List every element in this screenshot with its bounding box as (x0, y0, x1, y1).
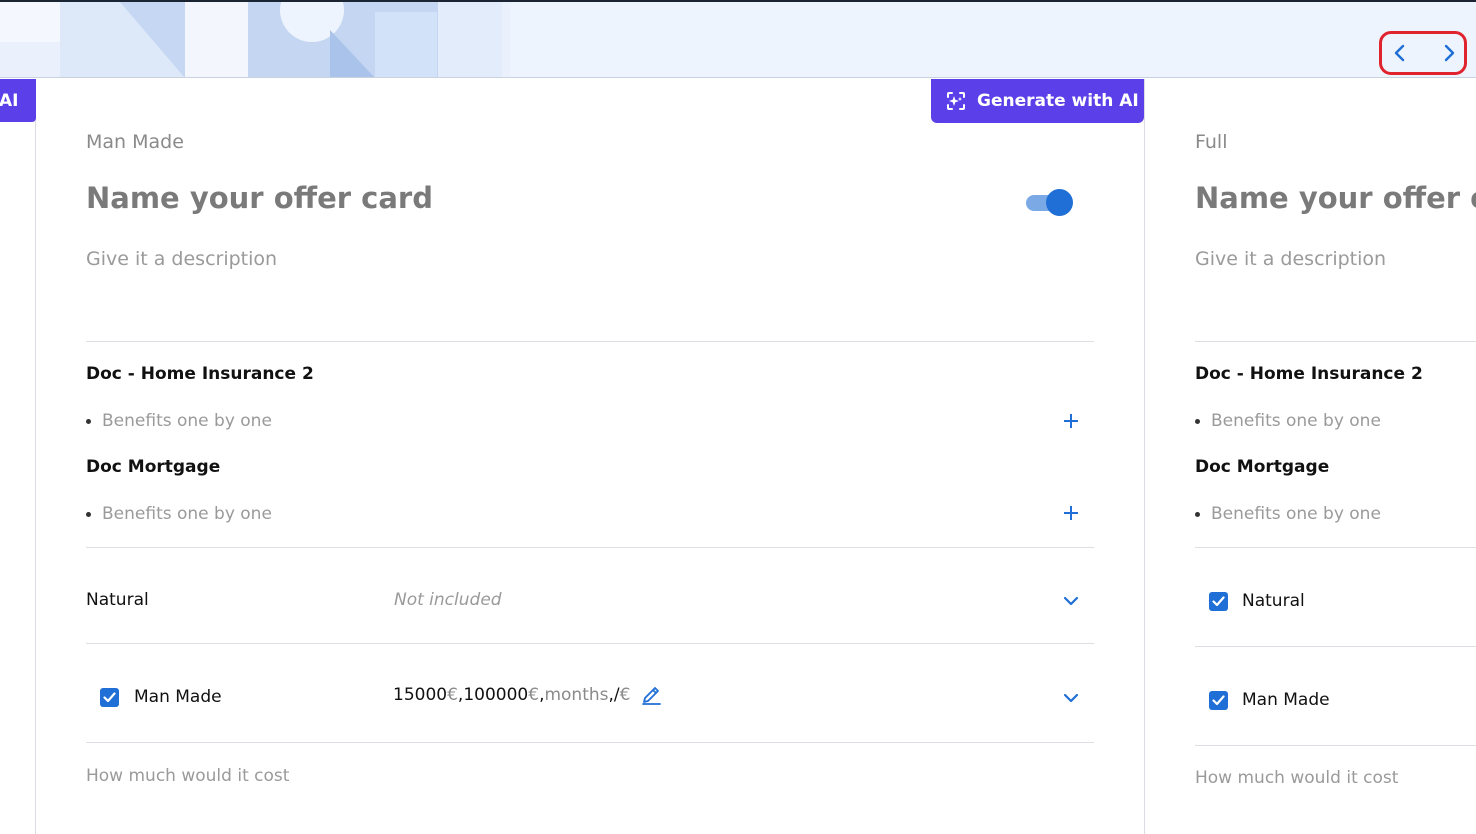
expand-natural-button[interactable] (1060, 590, 1082, 612)
doc-title-mortgage: Doc Mortgage (86, 457, 221, 477)
benefits-placeholder: Benefits one by one (102, 411, 272, 431)
expand-man-made-button[interactable] (1060, 687, 1082, 709)
previous-generate-ai-button[interactable]: AI (0, 79, 36, 122)
coverage-man-made-values: 15000 € , 100000 € , months , / € (393, 684, 662, 706)
doc-title-mortgage: Doc Mortgage (1195, 457, 1330, 477)
bullet (86, 418, 91, 424)
add-benefit-home-insurance-button[interactable] (1061, 411, 1081, 431)
divider (1195, 547, 1476, 548)
benefits-input-mortgage[interactable]: Benefits one by one (86, 504, 272, 524)
offer-card-title-input[interactable]: Name your offer card (1195, 181, 1476, 215)
previous-generate-ai-label: AI (0, 90, 19, 111)
limit-unit-1: € (447, 685, 458, 705)
previous-offer-card (0, 79, 36, 834)
coverage-man-made-checkbox[interactable] (100, 688, 119, 707)
divider (1195, 646, 1476, 647)
offer-card-full: Full Name your offer card Give it a desc… (1145, 79, 1476, 834)
coverage-natural-checkbox[interactable] (1209, 592, 1228, 611)
card-active-toggle[interactable] (1026, 189, 1074, 216)
bullet (1195, 418, 1200, 424)
benefits-input-home-insurance[interactable]: Benefits one by one (1195, 411, 1381, 431)
limit-value-2: 100000 (463, 685, 529, 705)
divider (86, 547, 1094, 548)
coverage-man-made-checkbox[interactable] (1209, 691, 1228, 710)
coverage-man-made-label: Man Made (1242, 690, 1330, 710)
generate-with-ai-label: Generate with AI (977, 91, 1139, 111)
divider (86, 742, 1094, 743)
card-category: Man Made (86, 131, 184, 153)
check-icon (103, 692, 116, 703)
coverage-natural-label: Natural (86, 590, 149, 610)
header-banner (0, 2, 1476, 78)
description-input[interactable]: Give it a description (1195, 248, 1386, 270)
chevron-right-icon (1444, 44, 1455, 62)
description-input[interactable]: Give it a description (86, 248, 277, 270)
ai-sparkle-icon (947, 92, 965, 110)
chevron-down-icon (1063, 693, 1079, 703)
doc-title-home-insurance: Doc - Home Insurance 2 (86, 364, 314, 384)
period-placeholder: months (544, 685, 609, 705)
toggle-knob (1046, 189, 1073, 216)
add-benefit-mortgage-button[interactable] (1061, 503, 1081, 523)
benefits-placeholder: Benefits one by one (1211, 504, 1381, 524)
generate-with-ai-button[interactable]: Generate with AI (931, 79, 1144, 123)
limit-unit-2: € (528, 685, 540, 705)
coverage-man-made-label: Man Made (134, 687, 222, 707)
benefits-input-home-insurance[interactable]: Benefits one by one (86, 411, 272, 431)
coverage-natural-label: Natural (1242, 591, 1305, 611)
chevron-down-icon (1063, 596, 1079, 606)
divider (1195, 745, 1476, 746)
prev-card-button[interactable] (1389, 42, 1411, 64)
banner-decoration (0, 2, 510, 77)
cost-input[interactable]: How much would it cost (1195, 768, 1398, 788)
chevron-left-icon (1394, 44, 1405, 62)
card-nav-group (1379, 31, 1467, 75)
offer-cards-screen: AI Generate with AI Man Made Name your o… (0, 0, 1476, 834)
check-icon (1212, 596, 1225, 607)
pencil-icon[interactable] (640, 684, 662, 706)
check-icon (1212, 695, 1225, 706)
card-category: Full (1195, 131, 1228, 153)
doc-title-home-insurance: Doc - Home Insurance 2 (1195, 364, 1423, 384)
divider (86, 341, 1094, 342)
benefits-input-mortgage[interactable]: Benefits one by one (1195, 504, 1381, 524)
offer-card-title-input[interactable]: Name your offer card (86, 181, 433, 215)
bullet (86, 511, 91, 517)
plus-icon (1064, 506, 1078, 520)
benefits-placeholder: Benefits one by one (1211, 411, 1381, 431)
coverage-natural-value: Not included (394, 590, 502, 610)
next-card-button[interactable] (1438, 42, 1460, 64)
benefits-placeholder: Benefits one by one (102, 504, 272, 524)
divider (86, 643, 1094, 644)
divider (1195, 341, 1476, 342)
cost-input[interactable]: How much would it cost (86, 766, 289, 786)
offer-card-man-made: Generate with AI Man Made Name your offe… (36, 79, 1145, 834)
plus-icon (1064, 414, 1078, 428)
bullet (1195, 511, 1200, 517)
rate-unit: € (619, 685, 631, 705)
limit-value-1: 15000 (393, 685, 448, 705)
